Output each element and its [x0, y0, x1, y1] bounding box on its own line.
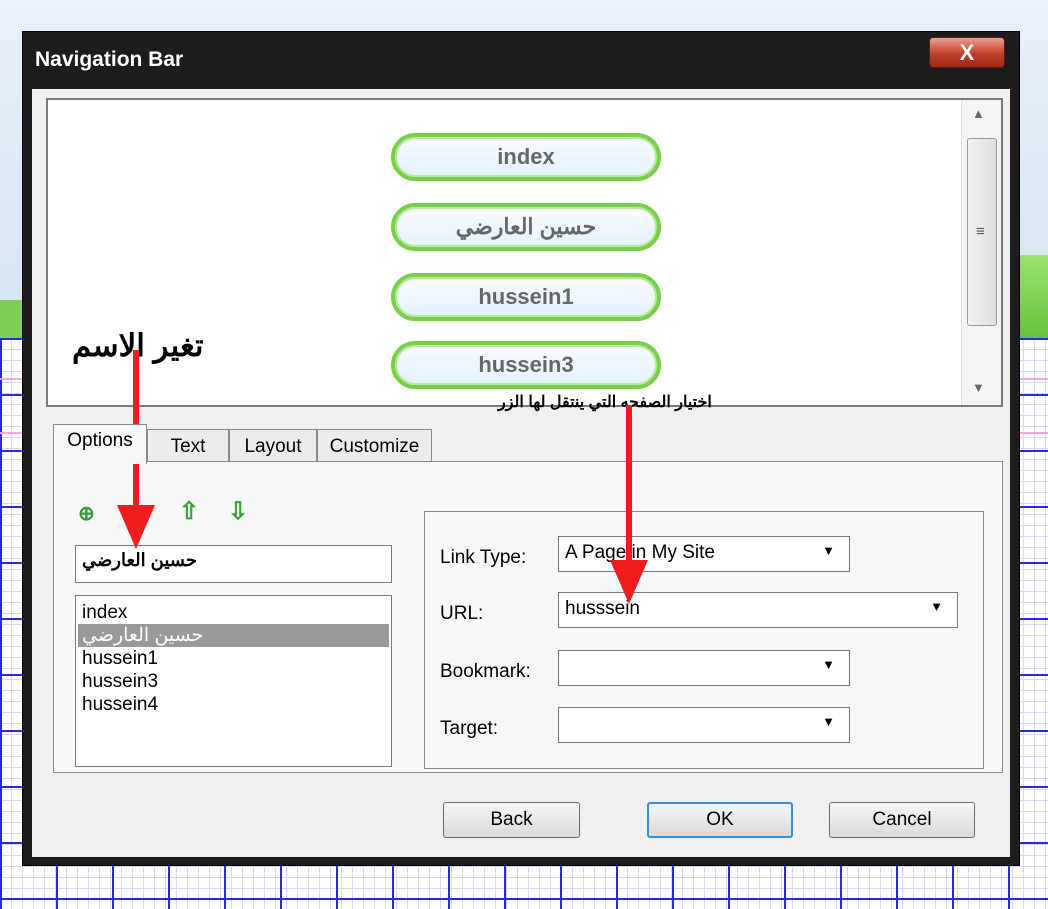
tab-customize[interactable]: Customize	[317, 429, 432, 462]
preview-nav-button: حسين العارضي	[391, 203, 661, 251]
list-item[interactable]: hussein3	[78, 670, 389, 693]
add-page-icon[interactable]: ⊕	[78, 501, 95, 526]
list-item-selected[interactable]: حسين العارضي	[78, 624, 389, 647]
chevron-down-icon[interactable]: ▼	[930, 599, 943, 614]
choose-page-annotation: اختيار الصفحه التي ينتقل لها الزر	[498, 394, 712, 411]
move-up-icon[interactable]: ⇧	[179, 497, 199, 526]
tab-text[interactable]: Text	[147, 429, 229, 462]
preview-nav-button: hussein1	[391, 273, 661, 321]
dialog-title: Navigation Bar	[35, 48, 184, 71]
annotation-arrow	[626, 405, 632, 563]
link-type-label: Link Type:	[440, 547, 527, 568]
list-item[interactable]: hussein1	[78, 647, 389, 670]
bookmark-label: Bookmark:	[440, 661, 531, 682]
item-name-input[interactable]: حسين العارضي	[75, 545, 392, 583]
annotation-arrow-head	[610, 560, 648, 604]
link-type-select[interactable]: A Page in My Site ▼	[558, 536, 850, 572]
chevron-down-icon[interactable]: ▼	[822, 657, 835, 672]
tab-layout[interactable]: Layout	[229, 429, 317, 462]
annotation-arrow-head	[117, 505, 155, 549]
scroll-thumb[interactable]: ≡	[967, 138, 997, 326]
close-button[interactable]: X	[929, 37, 1005, 68]
list-item[interactable]: hussein4	[78, 693, 389, 716]
grip-icon: ≡	[976, 223, 985, 240]
cancel-button[interactable]: Cancel	[829, 802, 975, 838]
navigation-bar-dialog: Navigation Bar X index حسين العارضي huss…	[22, 31, 1020, 866]
scroll-up-icon[interactable]: ▲	[972, 106, 985, 121]
close-icon: X	[959, 39, 975, 65]
scroll-down-icon[interactable]: ▼	[972, 380, 985, 395]
back-button[interactable]: Back	[443, 802, 580, 838]
ok-button[interactable]: OK	[647, 802, 793, 838]
preview-scrollbar[interactable]: ▲ ≡ ▼	[961, 100, 1001, 405]
preview-nav-button: hussein3	[391, 341, 661, 389]
background-green-strip	[1016, 255, 1048, 340]
move-down-icon[interactable]: ⇩	[228, 497, 248, 526]
target-select[interactable]: ▼	[558, 707, 850, 743]
url-label: URL:	[440, 603, 484, 624]
nav-items-list[interactable]: index حسين العارضي hussein1 hussein3 hus…	[75, 595, 392, 767]
target-label: Target:	[440, 718, 499, 739]
dialog-body: index حسين العارضي hussein1 hussein3 ▲ ≡…	[32, 89, 1010, 857]
chevron-down-icon[interactable]: ▼	[822, 714, 835, 729]
list-item[interactable]: index	[78, 601, 389, 624]
title-bar[interactable]: Navigation Bar X	[23, 32, 1019, 89]
tab-options[interactable]: Options	[53, 424, 147, 464]
bookmark-select[interactable]: ▼	[558, 650, 850, 686]
chevron-down-icon[interactable]: ▼	[822, 543, 835, 558]
preview-nav-button: index	[391, 133, 661, 181]
